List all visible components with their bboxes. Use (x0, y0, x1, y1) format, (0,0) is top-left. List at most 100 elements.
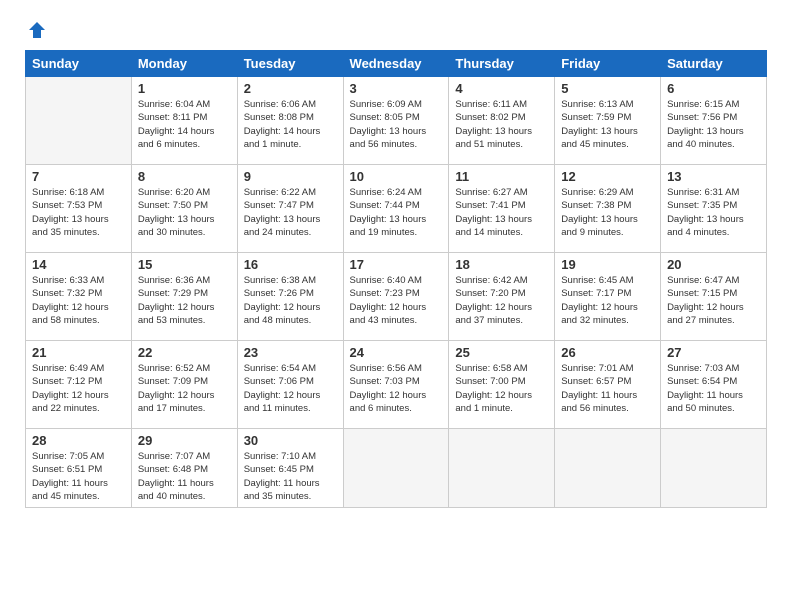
day-info: Sunrise: 6:31 AM Sunset: 7:35 PM Dayligh… (667, 186, 760, 239)
day-number: 17 (350, 257, 443, 272)
day-number: 4 (455, 81, 548, 96)
calendar-col-friday: Friday (555, 51, 661, 77)
calendar-cell: 26Sunrise: 7:01 AM Sunset: 6:57 PM Dayli… (555, 341, 661, 429)
calendar-cell: 15Sunrise: 6:36 AM Sunset: 7:29 PM Dayli… (131, 253, 237, 341)
day-info: Sunrise: 6:38 AM Sunset: 7:26 PM Dayligh… (244, 274, 337, 327)
calendar-cell: 17 Sunrise: 6:40 AM Sunset: 7:23 PM Dayli… (343, 253, 449, 341)
day-number: 6 (667, 81, 760, 96)
calendar-table: SundayMondayTuesdayWednesdayThursdayFrid… (25, 50, 767, 508)
day-number: 11 (455, 169, 548, 184)
day-number: 19 (561, 257, 654, 272)
calendar-col-tuesday: Tuesday (237, 51, 343, 77)
calendar-cell: 4 Sunrise: 6:11 AM Sunset: 8:02 PM Daylig… (449, 77, 555, 165)
day-info: Sunrise: 6:09 AM Sunset: 8:05 PM Dayligh… (350, 98, 443, 151)
day-info: Sunrise: 6:33 AM Sunset: 7:32 PM Dayligh… (32, 274, 125, 327)
day-info: Sunrise: 6:22 AM Sunset: 7:47 PM Dayligh… (244, 186, 337, 239)
logo (25, 20, 47, 40)
day-info: Sunrise: 6:47 AM Sunset: 7:15 PM Dayligh… (667, 274, 760, 327)
day-number: 7 (32, 169, 125, 184)
calendar-cell: 19 Sunrise: 6:45 AM Sunset: 7:17 PM Dayli… (555, 253, 661, 341)
day-info: Sunrise: 6:13 AM Sunset: 7:59 PM Dayligh… (561, 98, 654, 151)
calendar-week-row: 7 Sunrise: 6:18 AM Sunset: 7:53 PM Daylig… (26, 165, 767, 253)
day-info: Sunrise: 6:18 AM Sunset: 7:53 PM Dayligh… (32, 186, 125, 239)
calendar-cell: 6 Sunrise: 6:15 AM Sunset: 7:56 PM Daylig… (661, 77, 767, 165)
calendar-week-row: 14 Sunrise: 6:33 AM Sunset: 7:32 PM Dayli… (26, 253, 767, 341)
day-number: 27 (667, 345, 760, 360)
day-number: 20 (667, 257, 760, 272)
day-info: Sunrise: 6:54 AM Sunset: 7:06 PM Dayligh… (244, 362, 337, 415)
day-number: 3 (350, 81, 443, 96)
day-number: 24 (350, 345, 443, 360)
calendar-cell: 22Sunrise: 6:52 AM Sunset: 7:09 PM Dayli… (131, 341, 237, 429)
calendar-cell: 3 Sunrise: 6:09 AM Sunset: 8:05 PM Daylig… (343, 77, 449, 165)
day-info: Sunrise: 7:01 AM Sunset: 6:57 PM Dayligh… (561, 362, 654, 415)
day-number: 1 (138, 81, 231, 96)
calendar-col-sunday: Sunday (26, 51, 132, 77)
day-info: Sunrise: 6:40 AM Sunset: 7:23 PM Dayligh… (350, 274, 443, 327)
calendar-col-saturday: Saturday (661, 51, 767, 77)
day-info: Sunrise: 6:04 AM Sunset: 8:11 PM Dayligh… (138, 98, 231, 151)
calendar-week-row: 28Sunrise: 7:05 AM Sunset: 6:51 PM Dayli… (26, 429, 767, 508)
calendar-cell: 20 Sunrise: 6:47 AM Sunset: 7:15 PM Dayli… (661, 253, 767, 341)
calendar-cell: 2Sunrise: 6:06 AM Sunset: 8:08 PM Daylig… (237, 77, 343, 165)
day-info: Sunrise: 6:45 AM Sunset: 7:17 PM Dayligh… (561, 274, 654, 327)
calendar-col-thursday: Thursday (449, 51, 555, 77)
calendar-cell: 11 Sunrise: 6:27 AM Sunset: 7:41 PM Dayli… (449, 165, 555, 253)
calendar-cell (449, 429, 555, 508)
calendar-cell: 21 Sunrise: 6:49 AM Sunset: 7:12 PM Dayli… (26, 341, 132, 429)
day-number: 16 (244, 257, 337, 272)
calendar-cell: 25 Sunrise: 6:58 AM Sunset: 7:00 PM Dayli… (449, 341, 555, 429)
logo-icon (27, 20, 47, 40)
calendar-col-monday: Monday (131, 51, 237, 77)
day-number: 10 (350, 169, 443, 184)
calendar-cell: 10 Sunrise: 6:24 AM Sunset: 7:44 PM Dayli… (343, 165, 449, 253)
calendar-week-row: 1 Sunrise: 6:04 AM Sunset: 8:11 PM Daylig… (26, 77, 767, 165)
day-info: Sunrise: 6:29 AM Sunset: 7:38 PM Dayligh… (561, 186, 654, 239)
calendar-cell: 12 Sunrise: 6:29 AM Sunset: 7:38 PM Dayli… (555, 165, 661, 253)
day-info: Sunrise: 6:56 AM Sunset: 7:03 PM Dayligh… (350, 362, 443, 415)
calendar-cell: 1 Sunrise: 6:04 AM Sunset: 8:11 PM Daylig… (131, 77, 237, 165)
day-number: 21 (32, 345, 125, 360)
day-info: Sunrise: 6:24 AM Sunset: 7:44 PM Dayligh… (350, 186, 443, 239)
day-number: 9 (244, 169, 337, 184)
calendar-col-wednesday: Wednesday (343, 51, 449, 77)
calendar-cell: 13 Sunrise: 6:31 AM Sunset: 7:35 PM Dayli… (661, 165, 767, 253)
calendar-cell: 5 Sunrise: 6:13 AM Sunset: 7:59 PM Daylig… (555, 77, 661, 165)
calendar-header-row: SundayMondayTuesdayWednesdayThursdayFrid… (26, 51, 767, 77)
day-info: Sunrise: 6:27 AM Sunset: 7:41 PM Dayligh… (455, 186, 548, 239)
day-number: 5 (561, 81, 654, 96)
calendar-cell: 16 Sunrise: 6:38 AM Sunset: 7:26 PM Dayli… (237, 253, 343, 341)
day-info: Sunrise: 7:03 AM Sunset: 6:54 PM Dayligh… (667, 362, 760, 415)
day-info: Sunrise: 6:15 AM Sunset: 7:56 PM Dayligh… (667, 98, 760, 151)
day-number: 29 (138, 433, 231, 448)
calendar-cell: 7 Sunrise: 6:18 AM Sunset: 7:53 PM Daylig… (26, 165, 132, 253)
calendar-cell: 14 Sunrise: 6:33 AM Sunset: 7:32 PM Dayli… (26, 253, 132, 341)
day-number: 22 (138, 345, 231, 360)
day-number: 14 (32, 257, 125, 272)
day-number: 13 (667, 169, 760, 184)
calendar-cell: 8Sunrise: 6:20 AM Sunset: 7:50 PM Daylig… (131, 165, 237, 253)
day-info: Sunrise: 6:49 AM Sunset: 7:12 PM Dayligh… (32, 362, 125, 415)
day-info: Sunrise: 6:58 AM Sunset: 7:00 PM Dayligh… (455, 362, 548, 415)
day-number: 8 (138, 169, 231, 184)
calendar-cell (661, 429, 767, 508)
day-info: Sunrise: 7:07 AM Sunset: 6:48 PM Dayligh… (138, 450, 231, 503)
day-number: 12 (561, 169, 654, 184)
day-info: Sunrise: 6:06 AM Sunset: 8:08 PM Dayligh… (244, 98, 337, 151)
day-info: Sunrise: 7:10 AM Sunset: 6:45 PM Dayligh… (244, 450, 337, 503)
day-info: Sunrise: 7:05 AM Sunset: 6:51 PM Dayligh… (32, 450, 125, 503)
day-number: 25 (455, 345, 548, 360)
page-header (25, 20, 767, 40)
calendar-week-row: 21 Sunrise: 6:49 AM Sunset: 7:12 PM Dayli… (26, 341, 767, 429)
calendar-cell: 9 Sunrise: 6:22 AM Sunset: 7:47 PM Daylig… (237, 165, 343, 253)
calendar-cell: 23 Sunrise: 6:54 AM Sunset: 7:06 PM Dayli… (237, 341, 343, 429)
day-number: 15 (138, 257, 231, 272)
day-number: 23 (244, 345, 337, 360)
day-info: Sunrise: 6:42 AM Sunset: 7:20 PM Dayligh… (455, 274, 548, 327)
day-number: 30 (244, 433, 337, 448)
calendar-cell (343, 429, 449, 508)
calendar-cell: 29 Sunrise: 7:07 AM Sunset: 6:48 PM Dayli… (131, 429, 237, 508)
calendar-cell: 27 Sunrise: 7:03 AM Sunset: 6:54 PM Dayli… (661, 341, 767, 429)
calendar-cell: 30 Sunrise: 7:10 AM Sunset: 6:45 PM Dayli… (237, 429, 343, 508)
day-info: Sunrise: 6:11 AM Sunset: 8:02 PM Dayligh… (455, 98, 548, 151)
